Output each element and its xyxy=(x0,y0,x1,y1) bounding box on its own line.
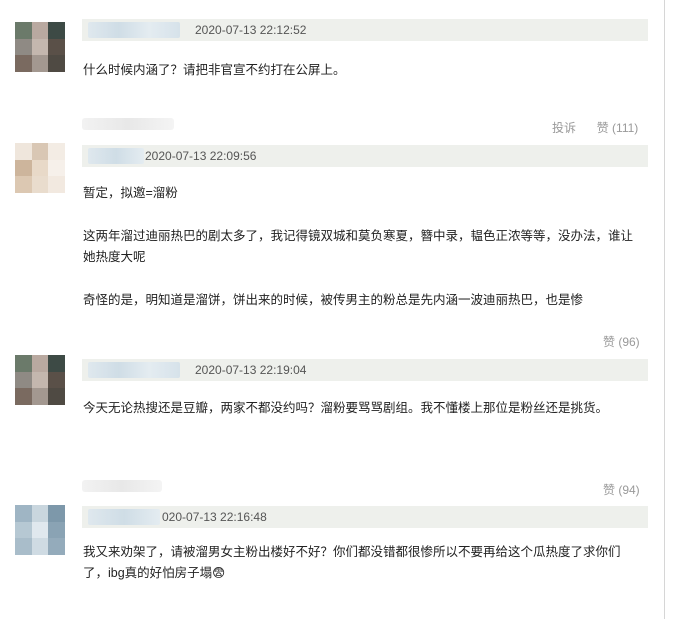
comment-text: 今天无论热搜还是豆瓣，两家不都没约吗？溜粉要骂骂剧组。我不懂楼上那位是粉丝还是挑… xyxy=(83,401,609,415)
username-blurred[interactable] xyxy=(88,509,160,525)
like-button[interactable]: 赞 (111) xyxy=(597,121,639,135)
avatar-pixel xyxy=(48,143,66,160)
comment-actions: 赞 (96) xyxy=(603,333,640,350)
avatar-pixel xyxy=(31,371,49,389)
avatar-pixel xyxy=(31,22,49,39)
avatar-pixel xyxy=(31,521,49,539)
avatar-pixel xyxy=(15,22,32,39)
comment-header: 2020-07-13 22:19:04 xyxy=(82,359,648,381)
avatar-pixel xyxy=(48,55,66,73)
avatar-pixel xyxy=(15,521,32,539)
avatar-pixel xyxy=(48,505,66,522)
avatar-pixel xyxy=(31,538,49,556)
comment-header: 2020-07-13 22:09:56 xyxy=(82,145,648,167)
username-blurred[interactable] xyxy=(88,362,180,378)
comment-text: 什么时候内涵了？请把非官宣不约打在公屏上。 xyxy=(83,63,346,77)
reply-username-blurred xyxy=(82,480,162,492)
avatar-pixel xyxy=(15,176,32,194)
comment-date: 2020-07-13 22:12:52 xyxy=(195,23,307,37)
comment-actions: 赞 (94) xyxy=(603,481,640,498)
avatar-pixel xyxy=(48,371,66,389)
avatar-pixel xyxy=(48,38,66,56)
comment-date: 2020-07-13 22:09:56 xyxy=(145,149,257,163)
comment-header: 020-07-13 22:16:48 xyxy=(82,506,648,528)
avatar-pixel xyxy=(15,143,32,160)
right-border xyxy=(664,0,665,619)
username-blurred[interactable] xyxy=(88,22,180,38)
comment-date: 020-07-13 22:16:48 xyxy=(162,510,267,524)
avatar-pixel xyxy=(48,521,66,539)
avatar[interactable] xyxy=(15,22,66,73)
avatar-pixel xyxy=(15,38,32,56)
avatar-pixel xyxy=(48,176,66,194)
avatar-pixel xyxy=(15,388,32,406)
avatar-pixel xyxy=(48,388,66,406)
avatar-pixel xyxy=(31,143,49,160)
avatar-pixel xyxy=(48,355,66,372)
avatar-pixel xyxy=(15,371,32,389)
avatar-pixel xyxy=(31,505,49,522)
comment-actions: 投诉 赞 (111) xyxy=(552,119,638,136)
reply-username-blurred xyxy=(82,118,174,130)
avatar-pixel xyxy=(15,355,32,372)
avatar-pixel xyxy=(15,505,32,522)
avatar-pixel xyxy=(31,159,49,177)
avatar-pixel xyxy=(15,538,32,556)
avatar[interactable] xyxy=(15,143,66,194)
avatar[interactable] xyxy=(15,505,66,556)
avatar-pixel xyxy=(31,38,49,56)
like-button[interactable]: 赞 (94) xyxy=(603,483,640,497)
report-button[interactable]: 投诉 xyxy=(552,121,576,135)
avatar-pixel xyxy=(48,22,66,39)
avatar-pixel xyxy=(15,159,32,177)
comment-header: 2020-07-13 22:12:52 xyxy=(82,19,648,41)
avatar-pixel xyxy=(15,55,32,73)
username-blurred[interactable] xyxy=(88,148,144,164)
comment-date: 2020-07-13 22:19:04 xyxy=(195,363,307,377)
avatar-pixel xyxy=(48,538,66,556)
avatar-pixel xyxy=(31,355,49,372)
avatar[interactable] xyxy=(15,355,66,406)
like-button[interactable]: 赞 (96) xyxy=(603,335,640,349)
comment-text: 我又来劝架了，请被溜男女主粉出楼好不好？你们都没错都很惨所以不要再给这个瓜热度了… xyxy=(83,545,621,580)
comment-text: 暂定，拟邀=溜粉 这两年溜过迪丽热巴的剧太多了，我记得镜双城和莫负寒夏，簪中录，… xyxy=(83,186,634,307)
avatar-pixel xyxy=(31,176,49,194)
avatar-pixel xyxy=(31,55,49,73)
avatar-pixel xyxy=(48,159,66,177)
avatar-pixel xyxy=(31,388,49,406)
